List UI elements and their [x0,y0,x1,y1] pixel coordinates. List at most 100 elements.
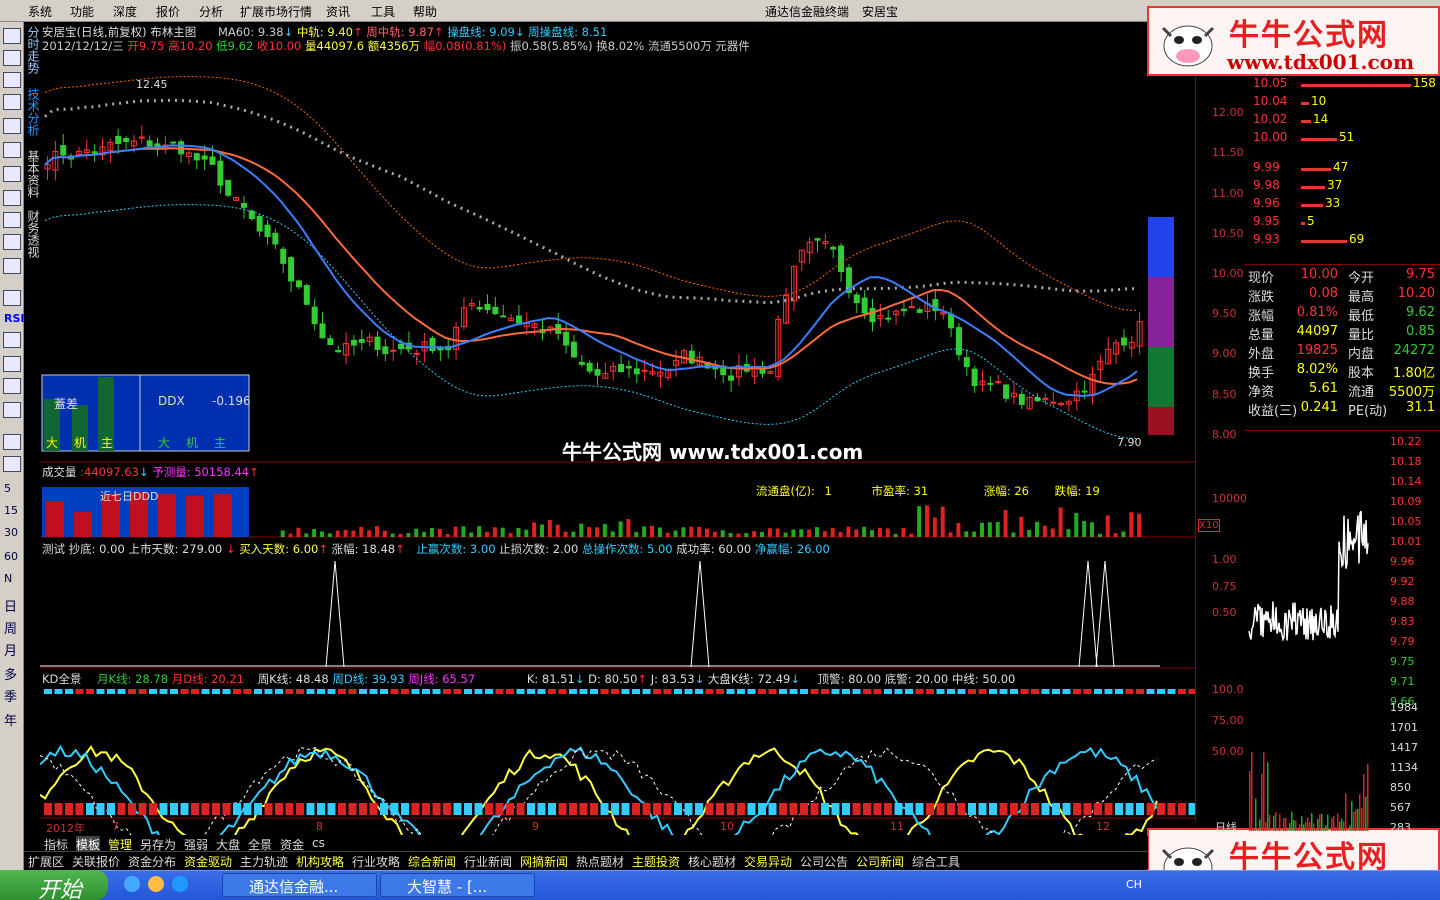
period-week[interactable]: 周 [4,618,17,637]
mini-volume-label: 283 [1390,821,1411,834]
indicator-tab[interactable]: cs [312,836,325,850]
pencil-icon[interactable] [3,402,21,418]
period-day[interactable]: 日 [4,596,17,615]
intraday-mini-chart[interactable]: 日线 10.22 10.18 10.14 10.09 10.05 10.01 9.96 9.9… [1215,430,1440,834]
order-book-row[interactable]: 10.00 51 [1253,130,1438,148]
period-30min[interactable]: 30 [4,526,18,539]
task-dzh[interactable]: 大智慧 - [... [380,873,535,897]
menu-help[interactable]: 帮助 [413,3,437,20]
kd-strip-bottom [1104,803,1113,815]
order-book-row[interactable]: 10.05 158 [1253,76,1438,94]
volume-bar [736,533,741,537]
tab-technical[interactable]: 技术分析 [25,88,40,136]
menu-tools[interactable]: 工具 [371,3,395,20]
menu-ext-market[interactable]: 扩展市场行情 [240,3,312,20]
volume-bar [359,526,364,537]
tab-intraday[interactable]: 分时走势 [25,26,40,74]
extension-tab[interactable]: 机构攻略 [296,853,344,870]
order-book-row[interactable]: 10.02 14 [1253,112,1438,130]
menu-info[interactable]: 资讯 [326,3,350,20]
f12-icon[interactable] [3,212,21,228]
volume-bar [775,528,780,537]
line-chart-icon[interactable] [3,72,21,88]
kd-strip-bottom [138,803,147,815]
candle-body [625,365,632,369]
candle-icon[interactable] [3,94,21,110]
extension-tab[interactable]: 公司公告 [800,853,848,870]
extension-tab[interactable]: 行业新闻 [464,853,512,870]
menu-system[interactable]: 系统 [28,3,52,20]
box-icon[interactable] [3,234,21,250]
grid-icon[interactable] [3,28,21,44]
order-book-row[interactable]: 9.93 69 [1253,232,1438,250]
order-bar [1301,222,1305,225]
order-book-row[interactable]: 9.99 47 [1253,160,1438,178]
f10-icon[interactable] [3,142,21,158]
f5-icon[interactable] [3,434,21,450]
period-month[interactable]: 月 [4,640,17,659]
screen-icon[interactable] [3,456,21,472]
extension-tab[interactable]: 行业攻略 [352,853,400,870]
extension-tab[interactable]: 扩展区 [28,853,64,870]
order-book-row[interactable]: 9.96 33 [1253,196,1438,214]
candle-body [295,280,302,288]
extension-tab[interactable]: 核心题材 [688,853,736,870]
order-book-row[interactable]: 9.98 37 [1253,178,1438,196]
plus-icon[interactable] [3,378,21,394]
diamond-icon[interactable] [3,332,21,348]
menu-quote[interactable]: 报价 [156,3,180,20]
tab-financial[interactable]: 财务透视 [25,210,40,258]
stat-label-2: 今开 [1348,271,1375,286]
ie-icon[interactable] [124,876,140,892]
menu-function[interactable]: 功能 [70,3,94,20]
down-label: 跌幅: [1054,484,1082,498]
period-15min[interactable]: 15 [4,504,18,517]
extension-tab[interactable]: 资金驱动 [184,853,232,870]
volume-bar [744,533,749,537]
extension-tab[interactable]: 公司新闻 [856,853,904,870]
rsi-button[interactable]: RSI [4,312,25,325]
period-5min[interactable]: 5 [4,482,11,495]
period-season[interactable]: 季 [4,686,17,705]
period-60min[interactable]: 60 [4,550,18,563]
kd-strip-top [611,689,619,694]
order-book-row[interactable]: 10.04 10 [1253,94,1438,112]
move-icon[interactable] [3,356,21,372]
menu-analysis[interactable]: 分析 [199,3,223,20]
list-icon[interactable] [3,118,21,134]
stat-label: 现价 [1248,271,1275,286]
report-icon[interactable] [3,166,21,182]
extension-tab[interactable]: 热点题材 [576,853,624,870]
extension-tab[interactable]: 综合新闻 [408,853,456,870]
volume-bar [980,522,984,537]
lang-indicator[interactable]: CH [1126,878,1142,891]
start-button[interactable]: 开始 [0,870,108,900]
period-year[interactable]: 年 [4,710,17,729]
extension-tab[interactable]: 资金分布 [128,853,176,870]
skype-icon[interactable] [172,876,188,892]
volume-bar [610,531,615,537]
stat-label-2: 内盘 [1348,347,1375,362]
period-multi[interactable]: 多 [4,664,17,683]
period-n[interactable]: N [4,572,12,585]
qq-icon[interactable] [148,876,164,892]
extension-tab[interactable]: 网摘新闻 [520,853,568,870]
candle-body [955,327,962,356]
task-tdx[interactable]: 通达信金融... [222,873,377,897]
chart-icon[interactable] [3,50,21,66]
order-book-row[interactable]: 9.95 5 [1253,214,1438,232]
indicator-icon[interactable] [3,290,21,306]
extension-tab[interactable]: 综合工具 [912,853,960,870]
kd-strip-top [464,689,472,694]
extension-tab[interactable]: 关联报价 [72,853,120,870]
tab-fundamental[interactable]: 基本资料 [25,150,40,198]
menu-depth[interactable]: 深度 [113,3,137,20]
order-price: 10.02 [1253,112,1288,126]
zoom-icon[interactable] [3,258,21,274]
doc-icon[interactable] [3,190,21,206]
volume-bar [547,520,552,537]
kd-mid-line: 中线: 50.00 [951,672,1016,686]
extension-tab[interactable]: 主力轨迹 [240,853,288,870]
extension-tab[interactable]: 主题投资 [632,853,680,870]
extension-tab[interactable]: 交易异动 [744,853,792,870]
